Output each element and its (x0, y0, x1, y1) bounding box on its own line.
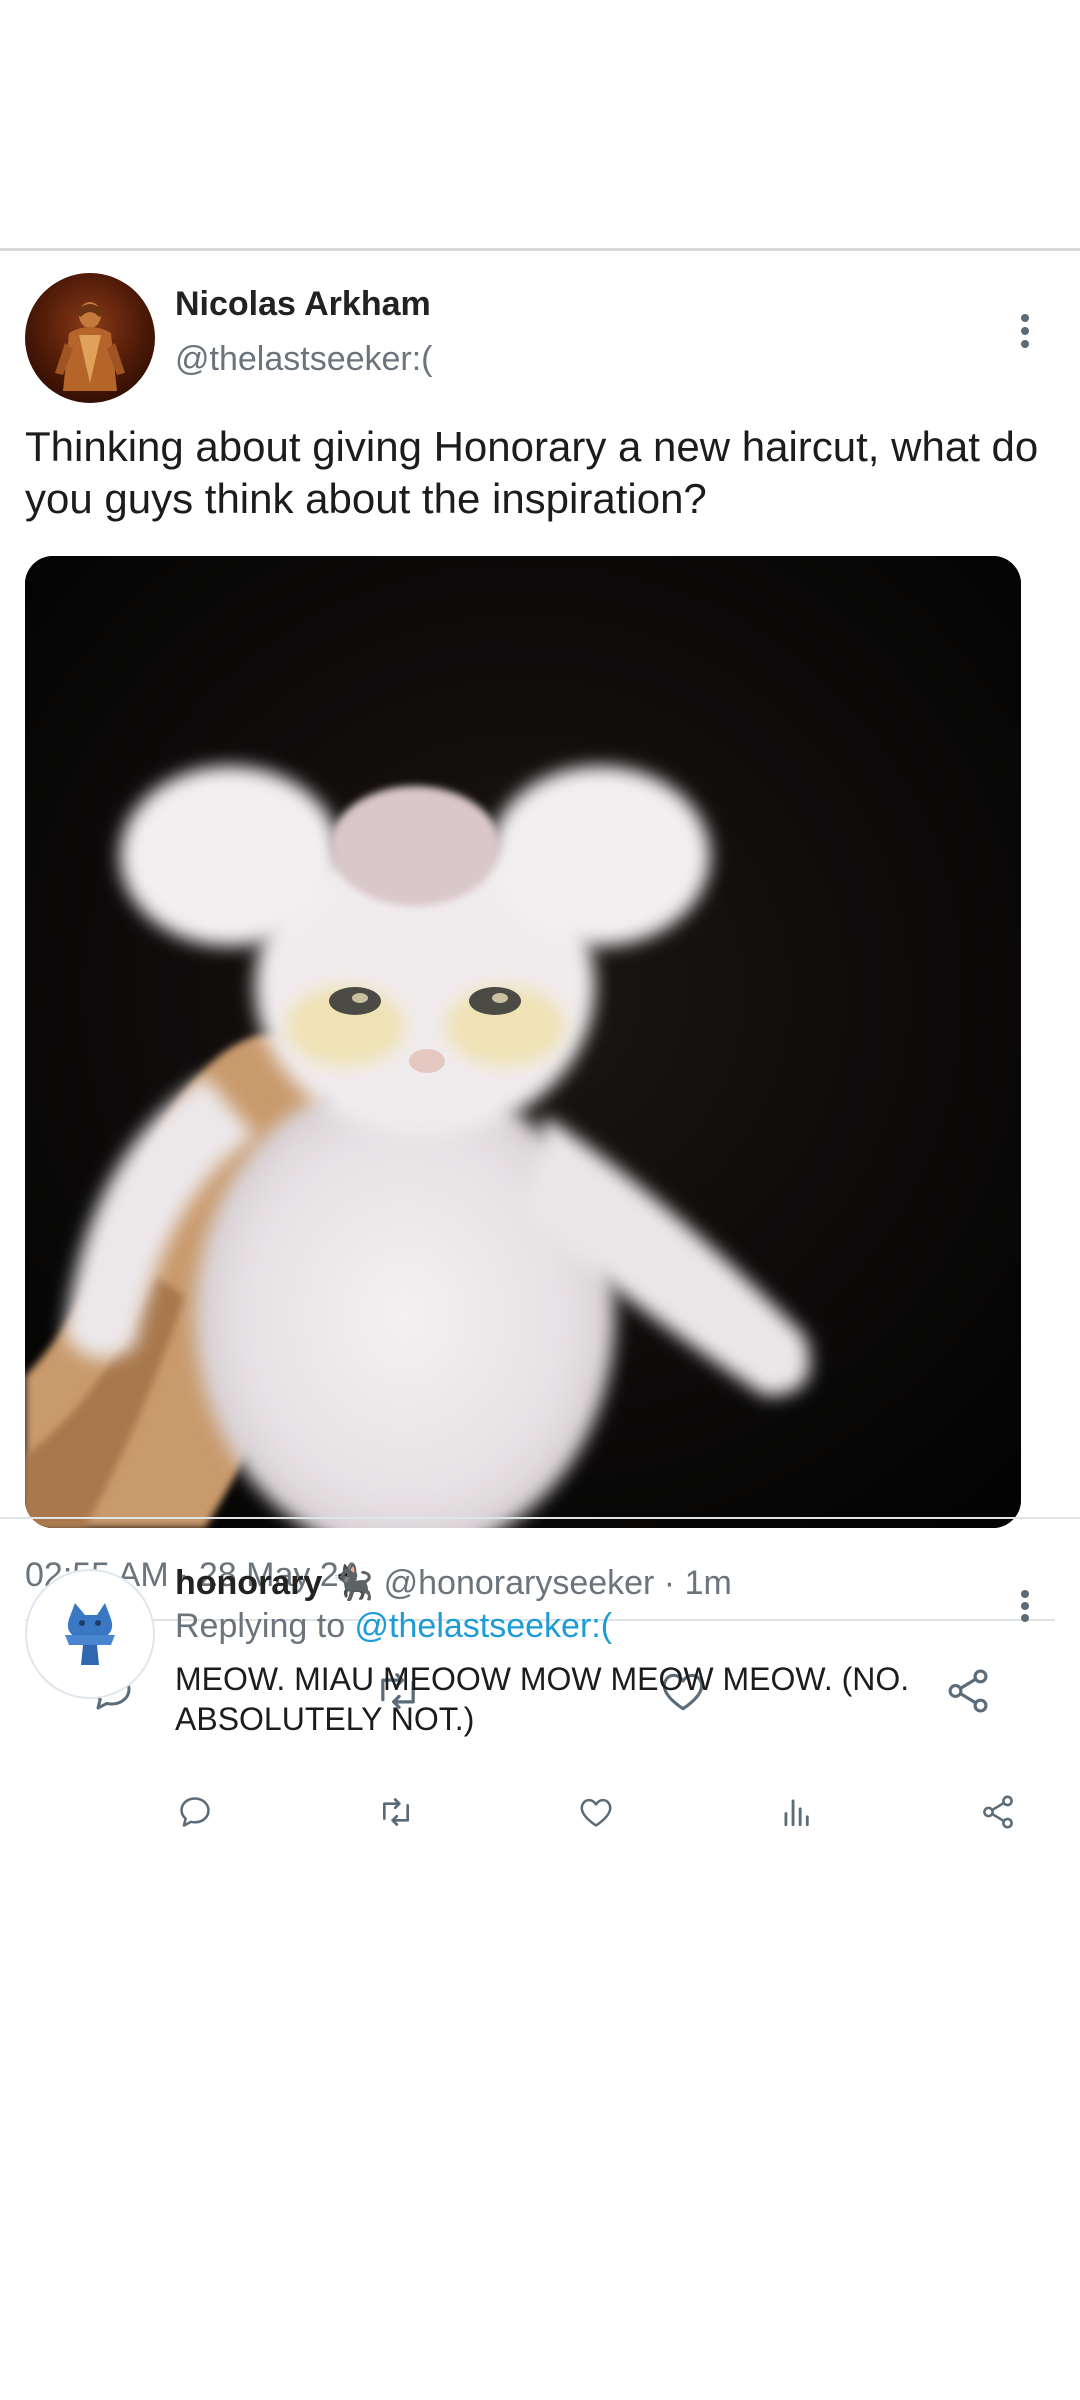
replying-to: Replying to @thelastseeker:( (175, 1607, 612, 1646)
reply-share-button[interactable] (968, 1782, 1028, 1842)
reply-text: MEOW. MIAU MEOOW MOW MEOW MEOW. (NO. ABS… (175, 1661, 910, 1737)
reply-retweet-button[interactable] (366, 1782, 426, 1842)
share-icon (983, 1795, 1013, 1829)
reply-views-button[interactable] (767, 1782, 827, 1842)
replying-to-label: Replying to (175, 1607, 355, 1645)
replying-to-mention[interactable]: @thelastseeker:( (355, 1607, 613, 1645)
reply-author-avatar[interactable] (25, 1569, 155, 1699)
tweet-image[interactable] (25, 556, 1021, 1528)
author-name[interactable]: Nicolas Arkham (175, 285, 433, 324)
reply-action-bar (0, 1782, 1080, 1842)
author-info: Nicolas Arkham @thelastseeker:( (175, 285, 433, 379)
retweet-icon (383, 1798, 409, 1826)
reply-author-name[interactable]: honorary (175, 1564, 322, 1602)
reply-like-button[interactable] (566, 1782, 626, 1842)
cat-avatar-figure (65, 1603, 115, 1665)
reply-header: honorary 🐈‍⬛ @honoraryseeker · 1m (175, 1563, 732, 1603)
like-icon (580, 1798, 612, 1827)
reply-more-options-button[interactable] (1010, 1581, 1040, 1631)
views-icon (784, 1799, 809, 1827)
main-tweet: Nicolas Arkham @thelastseeker:( Thinking… (0, 251, 1080, 1713)
cat-emoji-icon: 🐈‍⬛ (331, 1564, 375, 1602)
vertical-dots-icon (1021, 1590, 1029, 1622)
tweet-text: Thinking about giving Honorary a new hai… (25, 423, 1039, 522)
reply-icon (180, 1797, 210, 1827)
reply-reply-button[interactable] (165, 1782, 225, 1842)
top-blank-area (0, 0, 1080, 251)
author-handle[interactable]: @thelastseeker:( (175, 340, 433, 379)
author-avatar[interactable] (25, 273, 155, 403)
reply-author-handle[interactable]: @honoraryseeker · 1m (384, 1564, 732, 1602)
divider (0, 1517, 1080, 1519)
more-options-button[interactable] (1010, 301, 1040, 361)
avatar-figure (55, 302, 125, 391)
kitten-photo (25, 556, 1021, 1528)
vertical-dots-icon (1021, 314, 1029, 348)
